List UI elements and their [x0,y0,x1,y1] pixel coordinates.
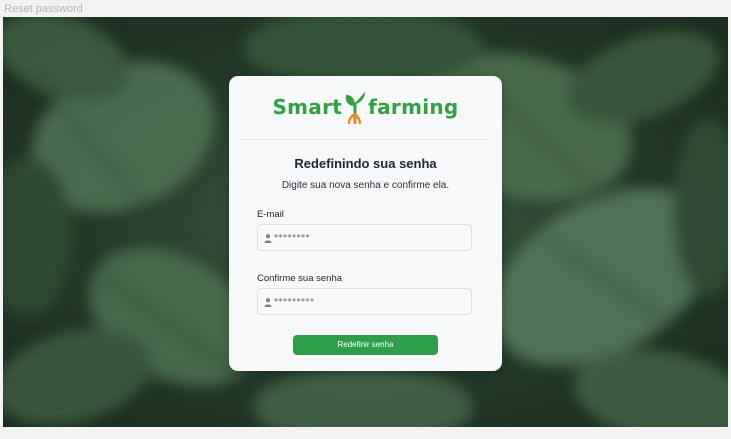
email-input[interactable] [274,225,464,250]
logo-word-smart: Smart [272,95,343,119]
frame-title: Reset password [4,3,83,15]
email-field[interactable] [257,224,472,251]
confirm-password-label: Confirme sua senha [257,273,343,284]
divider [239,139,492,140]
email-label: E-mail [257,209,284,220]
sprout-icon [345,92,366,124]
smart-farming-logo: Smart farming [229,90,502,128]
logo-word-farming: farming [368,95,459,119]
form-title: Redefinindo sua senha [294,156,437,171]
confirm-password-input[interactable] [274,289,464,314]
user-icon [264,298,272,307]
reset-password-button[interactable]: Redefinir senha [293,335,438,355]
form-subtitle: Digite sua nova senha e confirme ela. [281,180,450,191]
background-foliage: Smart farming Redefinindo sua senha Digi… [3,17,728,427]
reset-password-card: Smart farming Redefinindo sua senha Digi… [229,76,502,371]
confirm-password-field[interactable] [257,288,472,315]
user-icon [264,234,272,243]
